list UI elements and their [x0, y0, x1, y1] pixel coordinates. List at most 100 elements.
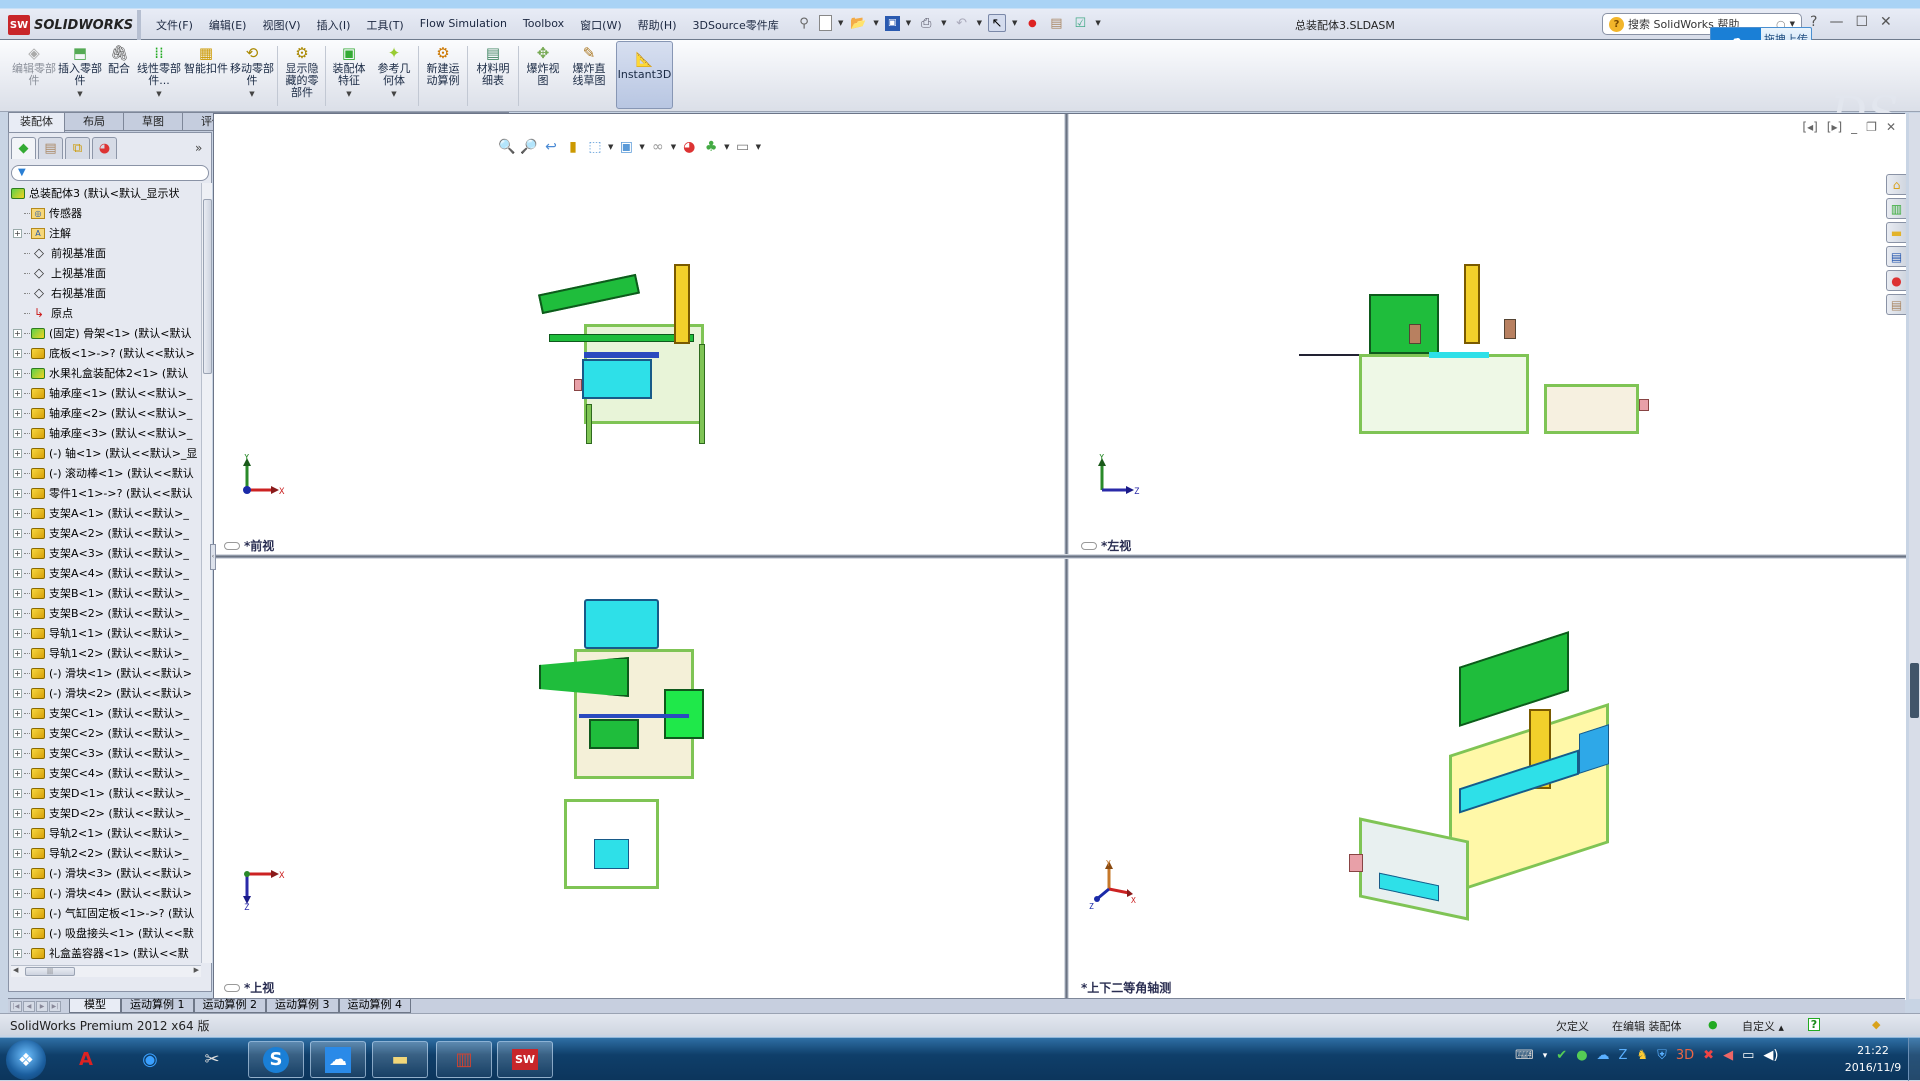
clock[interactable]: 21:22 2016/11/9 — [1838, 1042, 1908, 1076]
taskbar-autocad[interactable]: A — [58, 1041, 114, 1078]
start-button[interactable]: ❖ — [6, 1040, 46, 1080]
chevron-down-icon[interactable]: ▼ — [671, 143, 676, 151]
tab-layout[interactable]: 布局 — [65, 112, 124, 131]
menu-window[interactable]: 窗口(W) — [572, 17, 629, 33]
tab-model[interactable]: 模型 — [69, 999, 121, 1013]
tree-item[interactable]: + A 注解 — [9, 223, 201, 243]
baidu-netdisk-tray-icon[interactable]: ☁ — [1597, 1048, 1610, 1063]
right-edge-scrollbar[interactable] — [1909, 113, 1920, 999]
taskbar-snipping-tool[interactable]: ✂ — [184, 1041, 240, 1078]
exploded-view-button[interactable]: ✥ 爆炸视图 — [521, 44, 565, 108]
chevron-down-icon[interactable]: ▼ — [391, 88, 396, 100]
scroll-grip[interactable] — [1910, 663, 1919, 718]
viewport-front[interactable]: 🔍 🔎 ↩ ▮ ⬚ ▼ ▣ ▼ ∞ ▼ ◕ ♣ ▼ ▭ ▼ Y X *前视 — [214, 114, 1064, 554]
wechat-icon[interactable]: ● — [1576, 1048, 1587, 1063]
expand-icon[interactable]: + — [13, 488, 22, 498]
expand-icon[interactable]: + — [13, 708, 22, 718]
model-top-view[interactable] — [534, 599, 734, 959]
apply-scene-icon[interactable]: ♣ — [702, 138, 720, 156]
mate-button[interactable]: 🖇 配合 — [102, 44, 136, 108]
link-views-icon[interactable] — [1081, 541, 1097, 550]
expand-icon[interactable]: + — [13, 448, 22, 458]
undo-icon[interactable]: ↶ — [953, 14, 971, 32]
keyboard-icon[interactable]: ⌨ — [1515, 1048, 1534, 1063]
expand-icon[interactable]: + — [13, 228, 22, 238]
expand-icon[interactable]: + — [13, 388, 22, 398]
edit-appearance-icon[interactable]: ◕ — [680, 138, 698, 156]
last-tab-arrow[interactable]: ▶| — [49, 1000, 61, 1012]
tree-item[interactable]: + (-) 滑块<4> (默认<<默认> — [9, 883, 201, 903]
menu-flow-simulation[interactable]: Flow Simulation — [412, 17, 515, 33]
collapse-panel-handle[interactable]: ‹ — [210, 544, 216, 570]
menu-tools[interactable]: 工具(T) — [358, 17, 411, 33]
tree-item[interactable]: + (-) 轴<1> (默认<<默认>_显 — [9, 443, 201, 463]
tree-item[interactable]: ◇ 上视基准面 — [9, 263, 201, 283]
tree-item[interactable]: + 水果礼盒装配体2<1> (默认 — [9, 363, 201, 383]
move-component-button[interactable]: ⟲ 移动零部件 ▼ — [230, 44, 274, 108]
viewport-left[interactable]: [◂] [▸] _ ❐ ✕ Y Z *左视 — [1069, 114, 1906, 554]
tree-item[interactable]: ◇ 右视基准面 — [9, 283, 201, 303]
volume-icon[interactable]: ◀) — [1763, 1048, 1778, 1063]
show-hidden-components-button[interactable]: ⚙ 显示隐藏的零部件 — [280, 44, 324, 108]
expand-icon[interactable]: + — [13, 688, 22, 698]
insert-component-button[interactable]: ⬒ 插入零部件 ▼ — [58, 44, 102, 108]
explode-line-sketch-button[interactable]: ✎ 爆炸直线草图 — [566, 44, 612, 108]
maximize-icon[interactable]: ☐ — [1855, 14, 1868, 30]
expand-icon[interactable]: + — [13, 668, 22, 678]
tile-left-icon[interactable]: [◂] — [1802, 120, 1817, 134]
tree-item[interactable]: + (固定) 骨架<1> (默认<默认 — [9, 323, 201, 343]
viewport-dimetric[interactable]: Y X Z *上下二等角轴测 — [1069, 559, 1906, 1000]
expand-icon[interactable]: + — [13, 468, 22, 478]
zoom-to-fit-icon[interactable]: 🔍 — [498, 138, 516, 156]
expand-icon[interactable]: + — [13, 768, 22, 778]
taskbar-baidu-netdisk[interactable]: ☁ — [310, 1041, 366, 1078]
viewport-close-icon[interactable]: ✕ — [1886, 120, 1896, 134]
new-motion-study-button[interactable]: ⚙ 新建运动算例 — [421, 44, 465, 108]
options-dropdown[interactable]: ▼ — [1095, 19, 1100, 27]
network-error-icon[interactable]: ✖ — [1703, 1048, 1714, 1063]
bom-button[interactable]: ▤ 材料明细表 — [470, 44, 516, 108]
viewport-top[interactable]: X Z *上视 — [214, 559, 1064, 1000]
linear-pattern-button[interactable]: ⁞⁞ 线性零部件... ▼ — [137, 44, 181, 108]
view-palette-tab[interactable]: ▤ — [1886, 246, 1906, 267]
options-checklist-icon[interactable]: ☑ — [1071, 14, 1089, 32]
tree-item[interactable]: + (-) 吸盘接头<1> (默认<<默 — [9, 923, 201, 943]
expand-icon[interactable]: + — [13, 908, 22, 918]
chevron-down-icon[interactable]: ▼ — [756, 143, 761, 151]
tab-motion-study-1[interactable]: 运动算例 1 — [121, 999, 194, 1013]
tree-item[interactable]: + 支架A<3> (默认<<默认>_ — [9, 543, 201, 563]
expand-icon[interactable]: + — [13, 808, 22, 818]
viewport-horizontal-splitter[interactable] — [214, 554, 1906, 559]
appearances-tab[interactable]: ● — [1886, 270, 1906, 291]
expand-icon[interactable]: + — [13, 748, 22, 758]
select-cursor-icon[interactable]: ↖ — [987, 14, 1006, 32]
tree-root[interactable]: 总装配体3 (默认<默认_显示状 — [9, 183, 201, 203]
link-views-icon[interactable] — [224, 983, 240, 992]
expand-icon[interactable]: + — [13, 508, 22, 518]
chevron-down-icon[interactable]: ▼ — [249, 88, 254, 100]
close-icon[interactable]: ✕ — [1880, 14, 1892, 30]
tree-item[interactable]: + (-) 气缸固定板<1>->? (默认 — [9, 903, 201, 923]
zoom-to-area-icon[interactable]: 🔎 — [520, 138, 538, 156]
tree-vertical-scrollbar[interactable] — [201, 183, 212, 963]
expand-icon[interactable]: + — [13, 588, 22, 598]
tree-item[interactable]: ↳ 原点 — [9, 303, 201, 323]
open-folder-icon[interactable]: 📂 — [849, 14, 867, 32]
expand-icon[interactable]: + — [13, 728, 22, 738]
tab-motion-study-3[interactable]: 运动算例 3 — [266, 999, 339, 1013]
file-properties-icon[interactable]: ▤ — [1047, 14, 1065, 32]
first-tab-arrow[interactable]: |◀ — [10, 1000, 22, 1012]
expand-icon[interactable]: + — [13, 648, 22, 658]
chevron-down-icon[interactable]: ▼ — [346, 88, 351, 100]
expand-icon[interactable]: + — [13, 568, 22, 578]
taskbar-solidworks[interactable]: SW — [497, 1041, 553, 1078]
model-left-view[interactable] — [1299, 264, 1659, 484]
rebuild-traffic-light-icon[interactable]: ● — [1708, 1018, 1718, 1031]
expand-icon[interactable]: + — [13, 328, 22, 338]
chevron-down-icon[interactable]: ▼ — [608, 143, 613, 151]
expand-icon[interactable]: + — [13, 408, 22, 418]
expand-icon[interactable]: + — [13, 848, 22, 858]
expand-panel-chevron[interactable]: » — [195, 141, 202, 155]
solidworks-logo[interactable]: SW SOLIDWORKS — [8, 14, 133, 36]
tree-item[interactable]: + 支架A<1> (默认<<默认>_ — [9, 503, 201, 523]
